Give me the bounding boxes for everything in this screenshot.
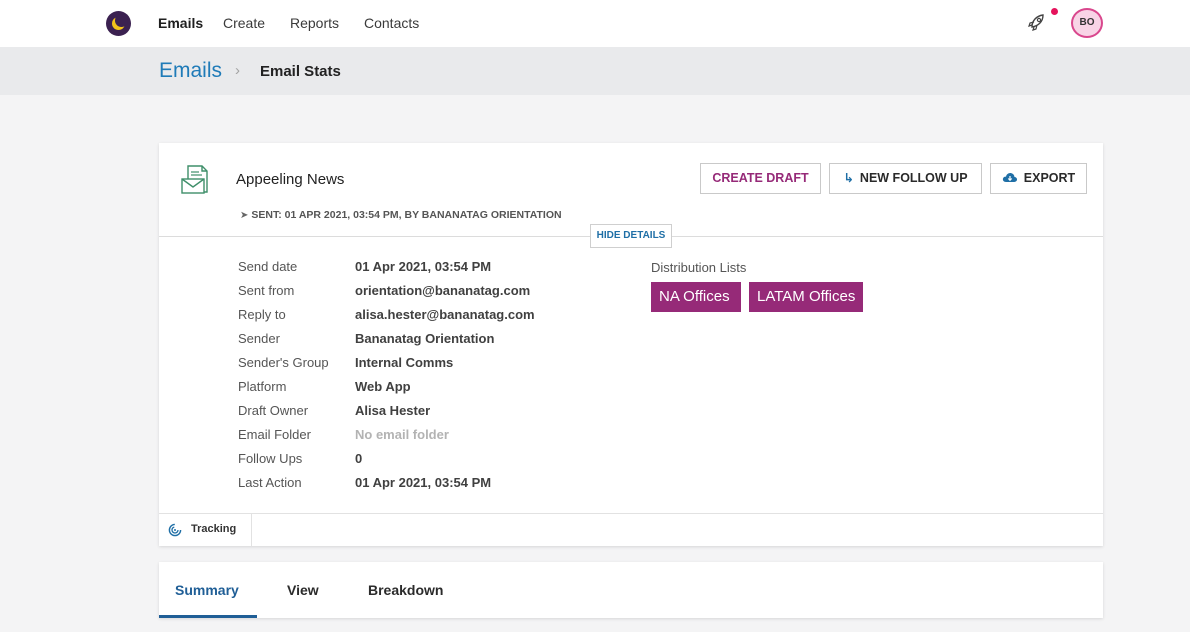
rocket-icon[interactable] (1026, 11, 1048, 33)
follow-up-arrow-icon: ↳ (843, 171, 854, 185)
distribution-list-tag[interactable]: NA Offices (651, 282, 741, 312)
detail-value: alisa.hester@bananatag.com (355, 307, 535, 322)
detail-value: Web App (355, 379, 411, 394)
detail-value: No email folder (355, 427, 449, 442)
cloud-download-icon (1002, 173, 1017, 182)
detail-label: Sent from (238, 283, 295, 298)
active-tab-indicator (159, 615, 257, 618)
detail-value: 01 Apr 2021, 03:54 PM (355, 475, 492, 490)
send-arrow-icon: ➤ (240, 210, 249, 221)
nav-item-create[interactable]: Create (223, 15, 265, 31)
app-logo-icon[interactable] (106, 11, 131, 36)
detail-label: Send date (238, 259, 298, 274)
detail-label: Sender (238, 331, 280, 346)
detail-value: Alisa Hester (355, 403, 431, 418)
tracking-tab[interactable]: Tracking (159, 514, 252, 546)
tab-view[interactable]: View (287, 582, 319, 598)
user-avatar[interactable]: BO (1071, 8, 1103, 38)
tab-summary[interactable]: Summary (175, 582, 239, 598)
email-sent-icon (181, 165, 208, 194)
sent-info: ➤ SENT: 01 APR 2021, 03:54 PM, BY BANANAT… (240, 209, 562, 221)
tracking-divider (159, 513, 1103, 514)
detail-label: Follow Ups (238, 451, 303, 466)
page-title: Email Stats (260, 63, 341, 80)
sent-info-text: SENT: 01 APR 2021, 03:54 PM, BY BANANATA… (251, 209, 562, 221)
detail-value: orientation@bananatag.com (355, 283, 531, 298)
nav-item-reports[interactable]: Reports (290, 15, 339, 31)
detail-value: 0 (355, 451, 363, 466)
detail-label: Platform (238, 379, 287, 394)
tracking-tab-label: Tracking (191, 523, 237, 535)
breadcrumb-separator-icon: › (235, 62, 240, 79)
detail-value: Bananatag Orientation (355, 331, 495, 346)
nav-item-emails[interactable]: Emails (158, 15, 203, 31)
email-title: Appeeling News (236, 171, 345, 188)
notification-dot (1051, 8, 1058, 15)
detail-value: Internal Comms (355, 355, 454, 370)
tracking-icon (168, 523, 182, 537)
export-button[interactable]: EXPORT (990, 163, 1087, 194)
breadcrumb-emails-link[interactable]: Emails (159, 59, 222, 83)
detail-value: 01 Apr 2021, 03:54 PM (355, 259, 492, 274)
tab-breakdown[interactable]: Breakdown (368, 582, 443, 598)
detail-label: Sender's Group (238, 355, 329, 370)
hide-details-button[interactable]: HIDE DETAILS (590, 224, 672, 248)
new-follow-up-button[interactable]: ↳ NEW FOLLOW UP (829, 163, 982, 194)
distribution-list-tag[interactable]: LATAM Offices (749, 282, 863, 312)
distribution-lists-label: Distribution Lists (651, 260, 747, 275)
nav-item-contacts[interactable]: Contacts (364, 15, 419, 31)
detail-label: Email Folder (238, 427, 311, 442)
detail-label: Last Action (238, 475, 302, 490)
detail-label: Draft Owner (238, 403, 309, 418)
create-draft-button[interactable]: CREATE DRAFT (700, 163, 821, 194)
detail-label: Reply to (238, 307, 286, 322)
